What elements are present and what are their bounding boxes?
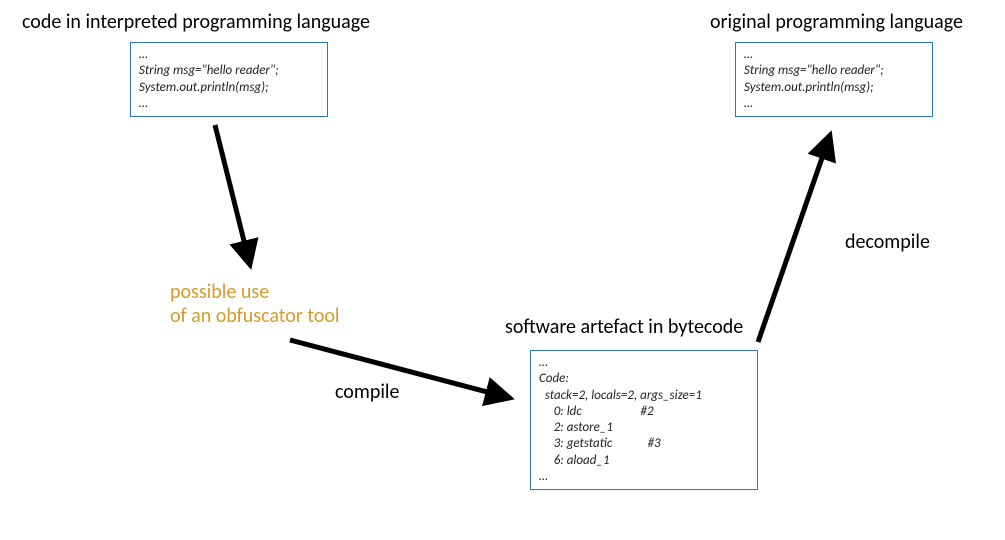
arrow-decompile <box>0 0 1005 540</box>
